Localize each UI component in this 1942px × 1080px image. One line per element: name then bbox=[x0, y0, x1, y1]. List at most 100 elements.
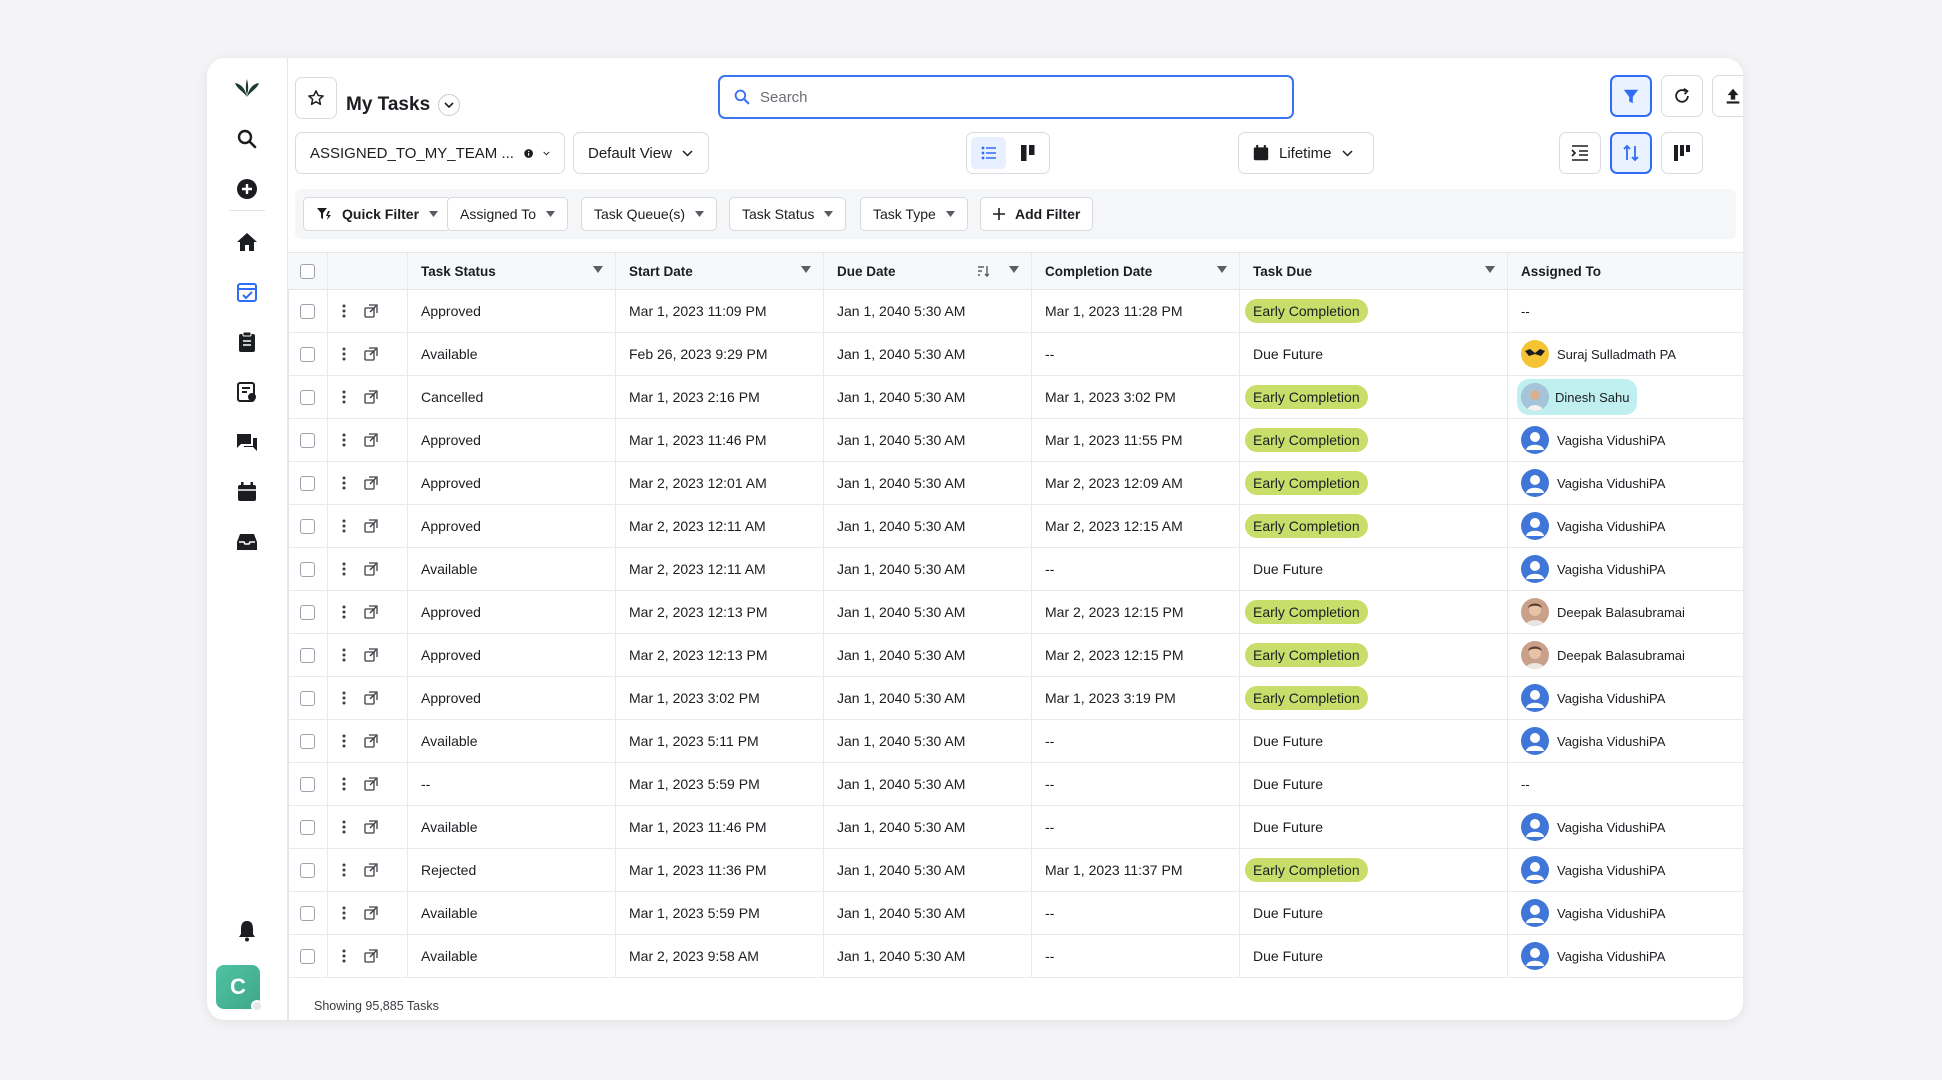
open-in-window-icon[interactable] bbox=[364, 304, 378, 318]
open-in-window-icon[interactable] bbox=[364, 734, 378, 748]
row-checkbox[interactable] bbox=[300, 905, 315, 921]
table-row[interactable]: -- Mar 1, 2023 5:59 PM Jan 1, 2040 5:30 … bbox=[288, 763, 1743, 806]
row-checkbox[interactable] bbox=[300, 389, 315, 405]
row-checkbox[interactable] bbox=[300, 432, 315, 448]
more-vertical-icon[interactable] bbox=[342, 304, 346, 318]
search-box[interactable] bbox=[718, 75, 1294, 119]
row-checkbox[interactable] bbox=[300, 475, 315, 491]
refresh-button[interactable] bbox=[1661, 75, 1703, 117]
table-row[interactable]: Available Feb 26, 2023 9:29 PM Jan 1, 20… bbox=[288, 333, 1743, 376]
row-checkbox[interactable] bbox=[300, 647, 315, 663]
board-view-button[interactable] bbox=[1010, 137, 1045, 169]
open-in-window-icon[interactable] bbox=[364, 433, 378, 447]
open-in-window-icon[interactable] bbox=[364, 691, 378, 705]
more-vertical-icon[interactable] bbox=[342, 691, 346, 705]
row-checkbox[interactable] bbox=[300, 346, 315, 362]
open-in-window-icon[interactable] bbox=[364, 605, 378, 619]
logo-icon[interactable] bbox=[224, 66, 270, 112]
more-vertical-icon[interactable] bbox=[342, 734, 346, 748]
table-row[interactable]: Rejected Mar 1, 2023 11:36 PM Jan 1, 204… bbox=[288, 849, 1743, 892]
open-in-window-icon[interactable] bbox=[364, 390, 378, 404]
search-icon[interactable] bbox=[224, 116, 270, 162]
task-queue-filter-chip[interactable]: Task Queue(s) bbox=[581, 197, 718, 231]
date-range-dropdown[interactable]: Lifetime bbox=[1238, 132, 1374, 174]
more-vertical-icon[interactable] bbox=[342, 347, 346, 361]
assigned-to-filter-chip[interactable]: Assigned To bbox=[447, 197, 569, 231]
more-vertical-icon[interactable] bbox=[342, 390, 346, 404]
table-row[interactable]: Approved Mar 1, 2023 11:09 PM Jan 1, 204… bbox=[288, 290, 1743, 333]
row-checkbox[interactable] bbox=[300, 561, 315, 577]
row-checkbox[interactable] bbox=[300, 948, 315, 964]
more-vertical-icon[interactable] bbox=[342, 519, 346, 533]
reports-icon[interactable] bbox=[224, 369, 270, 415]
table-row[interactable]: Available Mar 1, 2023 5:11 PM Jan 1, 204… bbox=[288, 720, 1743, 763]
table-row[interactable]: Available Mar 2, 2023 9:58 AM Jan 1, 204… bbox=[288, 935, 1743, 978]
task-type-filter-chip[interactable]: Task Type bbox=[860, 197, 968, 231]
table-row[interactable]: Approved Mar 2, 2023 12:11 AM Jan 1, 204… bbox=[288, 505, 1743, 548]
column-header-due-date[interactable]: Due Date bbox=[824, 253, 1032, 289]
more-vertical-icon[interactable] bbox=[342, 476, 346, 490]
inbox-icon[interactable] bbox=[224, 519, 270, 565]
open-in-window-icon[interactable] bbox=[364, 562, 378, 576]
home-icon[interactable] bbox=[224, 219, 270, 265]
chevron-down-icon[interactable] bbox=[438, 94, 461, 116]
task-status-filter-chip[interactable]: Task Status bbox=[729, 197, 847, 231]
select-all-checkbox[interactable] bbox=[300, 263, 315, 279]
open-in-window-icon[interactable] bbox=[364, 648, 378, 662]
more-vertical-icon[interactable] bbox=[342, 777, 346, 791]
table-row[interactable]: Available Mar 1, 2023 11:46 PM Jan 1, 20… bbox=[288, 806, 1743, 849]
view-dropdown[interactable]: Default View bbox=[573, 132, 709, 174]
open-in-window-icon[interactable] bbox=[364, 906, 378, 920]
open-in-window-icon[interactable] bbox=[364, 863, 378, 877]
table-row[interactable]: Available Mar 1, 2023 5:59 PM Jan 1, 204… bbox=[288, 892, 1743, 935]
table-row[interactable]: Approved Mar 1, 2023 11:46 PM Jan 1, 204… bbox=[288, 419, 1743, 462]
quick-filter-chip[interactable]: Quick Filter bbox=[303, 197, 452, 231]
favorite-button[interactable] bbox=[295, 77, 337, 119]
more-vertical-icon[interactable] bbox=[342, 906, 346, 920]
search-input[interactable] bbox=[760, 88, 1280, 106]
more-vertical-icon[interactable] bbox=[342, 648, 346, 662]
bell-icon[interactable] bbox=[224, 908, 270, 954]
row-checkbox[interactable] bbox=[300, 862, 315, 878]
open-in-window-icon[interactable] bbox=[364, 777, 378, 791]
table-row[interactable]: Available Mar 2, 2023 12:11 AM Jan 1, 20… bbox=[288, 548, 1743, 591]
row-checkbox[interactable] bbox=[300, 690, 315, 706]
view-filter-dropdown[interactable]: ASSIGNED_TO_MY_TEAM ... bbox=[295, 132, 565, 174]
chat-icon[interactable] bbox=[224, 419, 270, 465]
more-vertical-icon[interactable] bbox=[342, 949, 346, 963]
open-in-window-icon[interactable] bbox=[364, 519, 378, 533]
row-checkbox[interactable] bbox=[300, 776, 315, 792]
row-checkbox[interactable] bbox=[300, 733, 315, 749]
more-vertical-icon[interactable] bbox=[342, 863, 346, 877]
table-row[interactable]: Approved Mar 2, 2023 12:01 AM Jan 1, 204… bbox=[288, 462, 1743, 505]
open-in-window-icon[interactable] bbox=[364, 476, 378, 490]
column-header-assigned-to[interactable]: Assigned To bbox=[1508, 253, 1743, 289]
more-vertical-icon[interactable] bbox=[342, 433, 346, 447]
row-checkbox[interactable] bbox=[300, 604, 315, 620]
open-in-window-icon[interactable] bbox=[364, 820, 378, 834]
row-checkbox[interactable] bbox=[300, 303, 315, 319]
more-vertical-icon[interactable] bbox=[342, 605, 346, 619]
calendar-icon[interactable] bbox=[224, 469, 270, 515]
row-checkbox[interactable] bbox=[300, 518, 315, 534]
assignee-chip[interactable]: Dinesh Sahu bbox=[1517, 379, 1638, 415]
table-row[interactable]: Approved Mar 2, 2023 12:13 PM Jan 1, 204… bbox=[288, 591, 1743, 634]
tasks-icon[interactable] bbox=[224, 269, 270, 315]
table-row[interactable]: Cancelled Mar 1, 2023 2:16 PM Jan 1, 204… bbox=[288, 376, 1743, 419]
more-vertical-icon[interactable] bbox=[342, 820, 346, 834]
sort-button[interactable] bbox=[1610, 132, 1652, 174]
column-header-task-due[interactable]: Task Due bbox=[1240, 253, 1508, 289]
column-header-start-date[interactable]: Start Date bbox=[616, 253, 824, 289]
clipboard-icon[interactable] bbox=[224, 319, 270, 365]
column-header-task-status[interactable]: Task Status bbox=[408, 253, 616, 289]
add-filter-button[interactable]: Add Filter bbox=[980, 197, 1094, 231]
row-checkbox[interactable] bbox=[300, 819, 315, 835]
filter-button[interactable] bbox=[1610, 75, 1652, 117]
open-in-window-icon[interactable] bbox=[364, 949, 378, 963]
open-in-window-icon[interactable] bbox=[364, 347, 378, 361]
add-icon[interactable] bbox=[224, 166, 270, 212]
user-avatar[interactable]: C bbox=[216, 965, 263, 1012]
page-title-group[interactable]: My Tasks bbox=[346, 84, 461, 126]
density-button[interactable] bbox=[1559, 132, 1601, 174]
export-button[interactable] bbox=[1712, 75, 1743, 117]
